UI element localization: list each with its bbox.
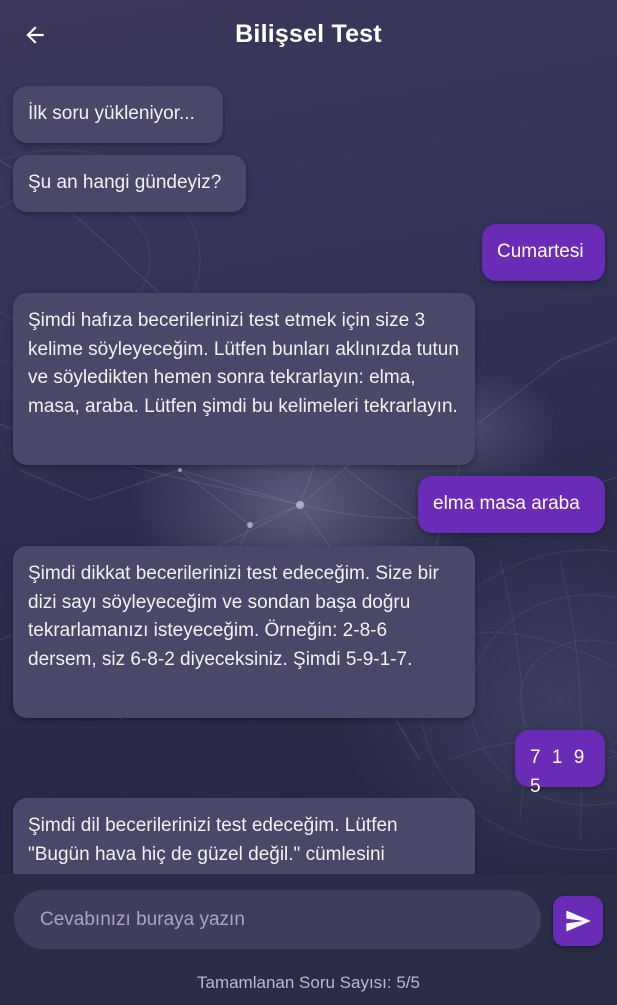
page-title: Bilişsel Test bbox=[235, 20, 382, 48]
progress-footer: Tamamlanan Soru Sayısı: 5/5 bbox=[0, 964, 617, 1005]
answer-input[interactable] bbox=[14, 890, 541, 949]
bot-message: Şimdi hafıza becerilerinizi test etmek i… bbox=[13, 293, 475, 465]
app-header: Bilişsel Test bbox=[0, 0, 617, 70]
bot-message: Şimdi dikkat becerilerinizi test edeceği… bbox=[13, 546, 475, 718]
user-message: elma masa araba bbox=[418, 476, 605, 533]
send-icon bbox=[566, 910, 591, 932]
bot-message: İlk soru yükleniyor... bbox=[13, 86, 223, 143]
app-window: Bilişsel Test İlk soru yükleniyor... Şu … bbox=[0, 0, 617, 1005]
user-message: Cumartesi bbox=[482, 224, 605, 281]
bot-message: Şu an hangi gündeyiz? bbox=[13, 155, 246, 212]
send-button[interactable] bbox=[553, 896, 603, 946]
user-message: 7 1 9 5 bbox=[515, 730, 605, 797]
input-bar bbox=[0, 874, 617, 964]
